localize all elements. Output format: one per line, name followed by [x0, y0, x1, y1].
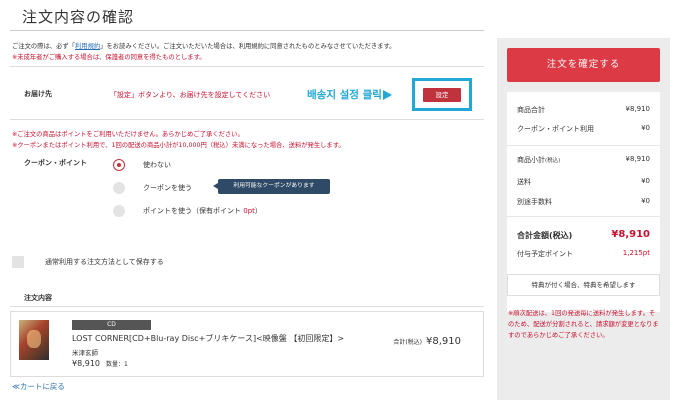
shipping-section: お届け先 「設定」ボタンより、お届け先を設定してください 배송지 설정 클릭 設…: [10, 66, 484, 120]
terms-link[interactable]: 利用規約: [75, 43, 100, 50]
summary-label: 送料: [517, 178, 531, 186]
shipping-message: 「設定」ボタンより、お届け先を設定してください: [110, 91, 271, 99]
order-items-divider: [10, 306, 484, 307]
title-divider: [10, 30, 484, 31]
summary-label-tax: (税込): [545, 158, 561, 164]
radio-no-use[interactable]: [113, 159, 125, 171]
back-to-cart-link[interactable]: ≪カートに戻る: [12, 381, 65, 392]
summary-label: 商品小計: [517, 156, 545, 164]
arrow-right-icon: [382, 90, 392, 100]
radio-use-points[interactable]: [113, 205, 125, 217]
summary-value: ¥8,910: [625, 105, 651, 113]
summary-points: 付与予定ポイント 1,215pt: [517, 249, 650, 259]
split-shipping-note: ※順次配送は、1回の発送毎に送料が発生します。そのため、配送が分割されると、請求…: [508, 310, 659, 339]
summary-points-value: 1,215pt: [622, 249, 650, 257]
annotation-note: 배송지 설정 클릭: [307, 87, 392, 102]
summary-total: 合計金額(税込) ¥8,910: [517, 229, 650, 241]
set-address-button[interactable]: 設定: [423, 88, 461, 102]
annotation-highlight-frame: 設定: [412, 78, 472, 111]
option-use-points-suffix: ）: [254, 207, 262, 215]
summary-divider: [507, 145, 660, 146]
coupon-available-tooltip: 利用可能なクーポンがあります: [213, 179, 330, 194]
option-use-coupon-label: クーポンを使う: [143, 184, 192, 192]
album-cover-image[interactable]: [19, 320, 49, 360]
summary-divider: [507, 216, 660, 217]
annotation-text: 배송지 설정 클릭: [307, 89, 382, 101]
item-price-line: ¥8,910 数量：1: [72, 359, 128, 368]
summary-value: ¥0: [641, 124, 650, 132]
summary-label: 付与予定ポイント: [517, 250, 573, 258]
summary-label: 商品合計: [517, 106, 545, 114]
option-no-use-label: 使わない: [143, 161, 171, 169]
item-subtotal-label: 合計(税込): [393, 339, 422, 346]
summary-label: 合計金額(税込): [517, 231, 573, 240]
shipping-label: お届け先: [24, 90, 52, 98]
summary-value: ¥0: [641, 197, 650, 205]
points-unusable-notice: ※ご注文の商品はポイントをご利用いただけません。あらかじめご了承ください。: [12, 131, 244, 138]
order-item: CD LOST CORNER[CD+Blu-ray Disc+ブリキケース]<映…: [10, 311, 484, 377]
benefit-request-button[interactable]: 特典が付く場合、特典を希望します: [507, 274, 660, 296]
item-name[interactable]: LOST CORNER[CD+Blu-ray Disc+ブリキケース]<映像盤 …: [72, 333, 344, 344]
order-summary-sidebar: 注文を確定する 商品合計 ¥8,910 クーポン・ポイント利用 ¥0 商品小計(税込…: [497, 38, 670, 400]
terms-notice: ご注文の際は、必ず「利用規約」をお読みください。ご注文いただいた場合は、利用規約…: [12, 41, 395, 50]
summary-goods-total: 商品合計 ¥8,910: [517, 105, 650, 115]
summary-handling-fee: 別途手数料 ¥0: [517, 197, 650, 207]
summary-subtotal: 商品小計(税込) ¥8,910: [517, 155, 650, 165]
coupon-point-label: クーポン・ポイント: [24, 159, 87, 167]
summary-shipping: 送料 ¥0: [517, 177, 650, 187]
summary-total-value: ¥8,910: [611, 229, 650, 240]
shipping-fee-notice: ※クーポンまたはポイント利用で、1回の配送の商品小計が10,000円（税込）未満…: [12, 142, 345, 149]
summary-label: 別途手数料: [517, 198, 552, 206]
item-quantity: 数量：1: [106, 361, 128, 368]
order-items-title: 注文内容: [24, 294, 52, 302]
held-points: 0pt: [243, 207, 255, 215]
terms-notice-post: 」をお読みください。ご注文いただいた場合は、利用規約に同意されたものとみなさせて…: [100, 43, 396, 50]
save-method-label: 通常利用する注文方法として保存する: [45, 258, 164, 266]
summary-coupon-point: クーポン・ポイント利用 ¥0: [517, 124, 650, 134]
item-artist: 米津玄師: [72, 349, 98, 357]
option-use-points-text: ポイントを使う（保有ポイント: [143, 207, 244, 215]
page-title: 注文内容の確認: [22, 8, 135, 26]
save-method-checkbox[interactable]: [12, 256, 24, 268]
summary-label: クーポン・ポイント利用: [517, 125, 594, 133]
minor-notice: ※未成年者がご購入する場合は、保護者の同意を得たものとします。: [12, 54, 206, 61]
item-price: ¥8,910: [72, 359, 100, 368]
item-subtotal-value: ¥8,910: [426, 336, 461, 347]
item-subtotal: 合計(税込) ¥8,910: [393, 336, 461, 347]
radio-use-coupon[interactable]: [113, 182, 125, 194]
terms-notice-pre: ご注文の際は、必ず「: [12, 43, 75, 50]
confirm-order-button[interactable]: 注文を確定する: [507, 48, 660, 82]
option-use-points-label: ポイントを使う（保有ポイント 0pt）: [143, 206, 262, 216]
summary-value: ¥0: [641, 177, 650, 185]
format-badge: CD: [72, 320, 151, 330]
summary-value: ¥8,910: [625, 155, 651, 163]
